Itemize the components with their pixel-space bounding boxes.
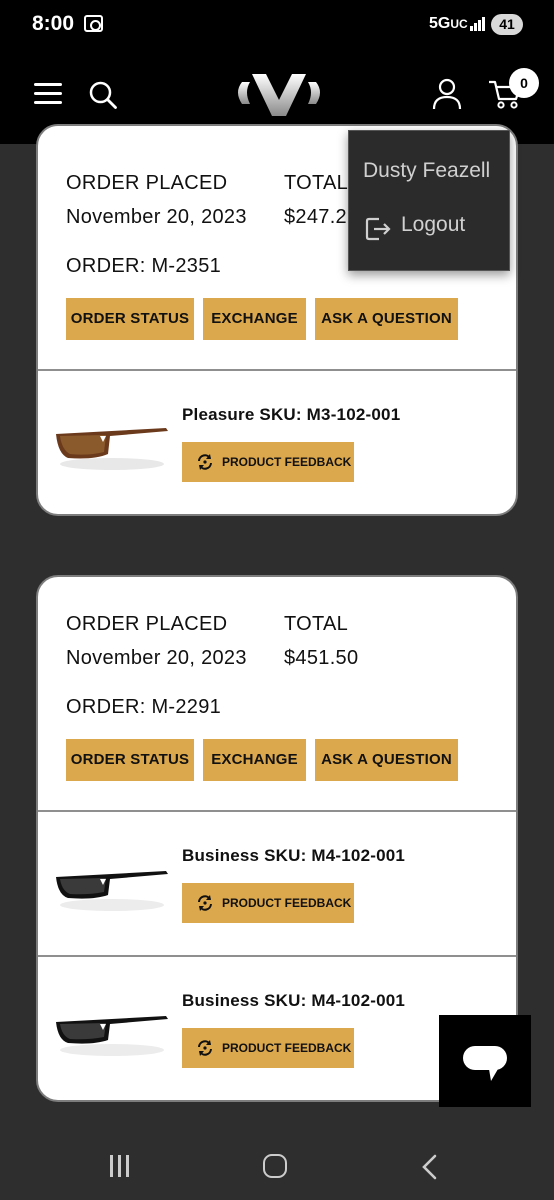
total-label: TOTAL (284, 172, 349, 194)
feedback-icon (198, 895, 212, 911)
product-feedback-button[interactable]: PRODUCT FEEDBACK (182, 442, 354, 482)
product-row: Pleasure SKU: M3-102-001 PRODUCT FEEDBAC… (38, 372, 516, 514)
product-image[interactable] (54, 414, 172, 476)
feedback-icon (198, 1040, 212, 1056)
total-label: TOTAL (284, 613, 349, 635)
order-placed-label: ORDER PLACED (66, 613, 228, 635)
product-sku: Business SKU: M4-102-001 (182, 846, 406, 865)
network-suffix: UC (450, 17, 468, 31)
brand-logo[interactable] (232, 70, 326, 118)
divider (38, 810, 516, 812)
logout-link[interactable]: Logout (401, 213, 465, 237)
network-type: 5G (429, 15, 451, 32)
order-placed-label: ORDER PLACED (66, 172, 228, 194)
exchange-button[interactable]: EXCHANGE (203, 298, 306, 340)
product-sku: Business SKU: M4-102-001 (182, 991, 406, 1010)
product-feedback-button[interactable]: PRODUCT FEEDBACK (182, 1028, 354, 1068)
user-menu-dropdown: Dusty Feazell Logout (348, 130, 510, 271)
order-total: $247.2 (284, 206, 347, 228)
home-icon[interactable] (263, 1154, 287, 1178)
search-icon[interactable] (88, 80, 118, 110)
status-bar: 8:00 5GUC 41 (0, 0, 554, 46)
user-name[interactable]: Dusty Feazell (363, 159, 490, 183)
exchange-button[interactable]: EXCHANGE (203, 739, 306, 781)
product-feedback-button[interactable]: PRODUCT FEEDBACK (182, 883, 354, 923)
product-feedback-label: PRODUCT FEEDBACK (222, 455, 352, 469)
battery-indicator: 41 (491, 14, 523, 35)
order-status-button[interactable]: ORDER STATUS (66, 739, 194, 781)
screen-record-icon (84, 15, 103, 32)
chat-icon (463, 1046, 507, 1081)
ask-question-button[interactable]: ASK A QUESTION (315, 298, 458, 340)
signal-icon (470, 17, 486, 31)
divider (38, 955, 516, 957)
order-number: ORDER: M-2291 (66, 696, 222, 718)
product-feedback-label: PRODUCT FEEDBACK (222, 896, 352, 910)
ask-question-button[interactable]: ASK A QUESTION (315, 739, 458, 781)
order-status-button[interactable]: ORDER STATUS (66, 298, 194, 340)
product-image[interactable] (54, 855, 172, 917)
product-image[interactable] (54, 1000, 172, 1062)
system-nav-bar (0, 1132, 554, 1200)
status-time: 8:00 (32, 12, 75, 35)
order-date: November 20, 2023 (66, 206, 247, 228)
account-icon[interactable] (432, 78, 462, 110)
back-icon[interactable] (420, 1154, 440, 1180)
product-row: Business SKU: M4-102-001 PRODUCT FEEDBAC… (38, 813, 516, 957)
order-number: ORDER: M-2351 (66, 255, 222, 277)
order-date: November 20, 2023 (66, 647, 247, 669)
product-sku: Pleasure SKU: M3-102-001 (182, 405, 401, 424)
recent-apps-icon[interactable] (108, 1155, 132, 1177)
network-indicator: 5GUC (429, 15, 468, 33)
product-feedback-label: PRODUCT FEEDBACK (222, 1041, 352, 1055)
menu-icon[interactable] (34, 83, 62, 105)
feedback-icon (198, 454, 212, 470)
cart-count-badge[interactable]: 0 (509, 68, 539, 98)
divider (38, 369, 516, 371)
logout-icon[interactable] (365, 216, 391, 242)
order-total: $451.50 (284, 647, 359, 669)
chat-button[interactable] (439, 1015, 531, 1107)
